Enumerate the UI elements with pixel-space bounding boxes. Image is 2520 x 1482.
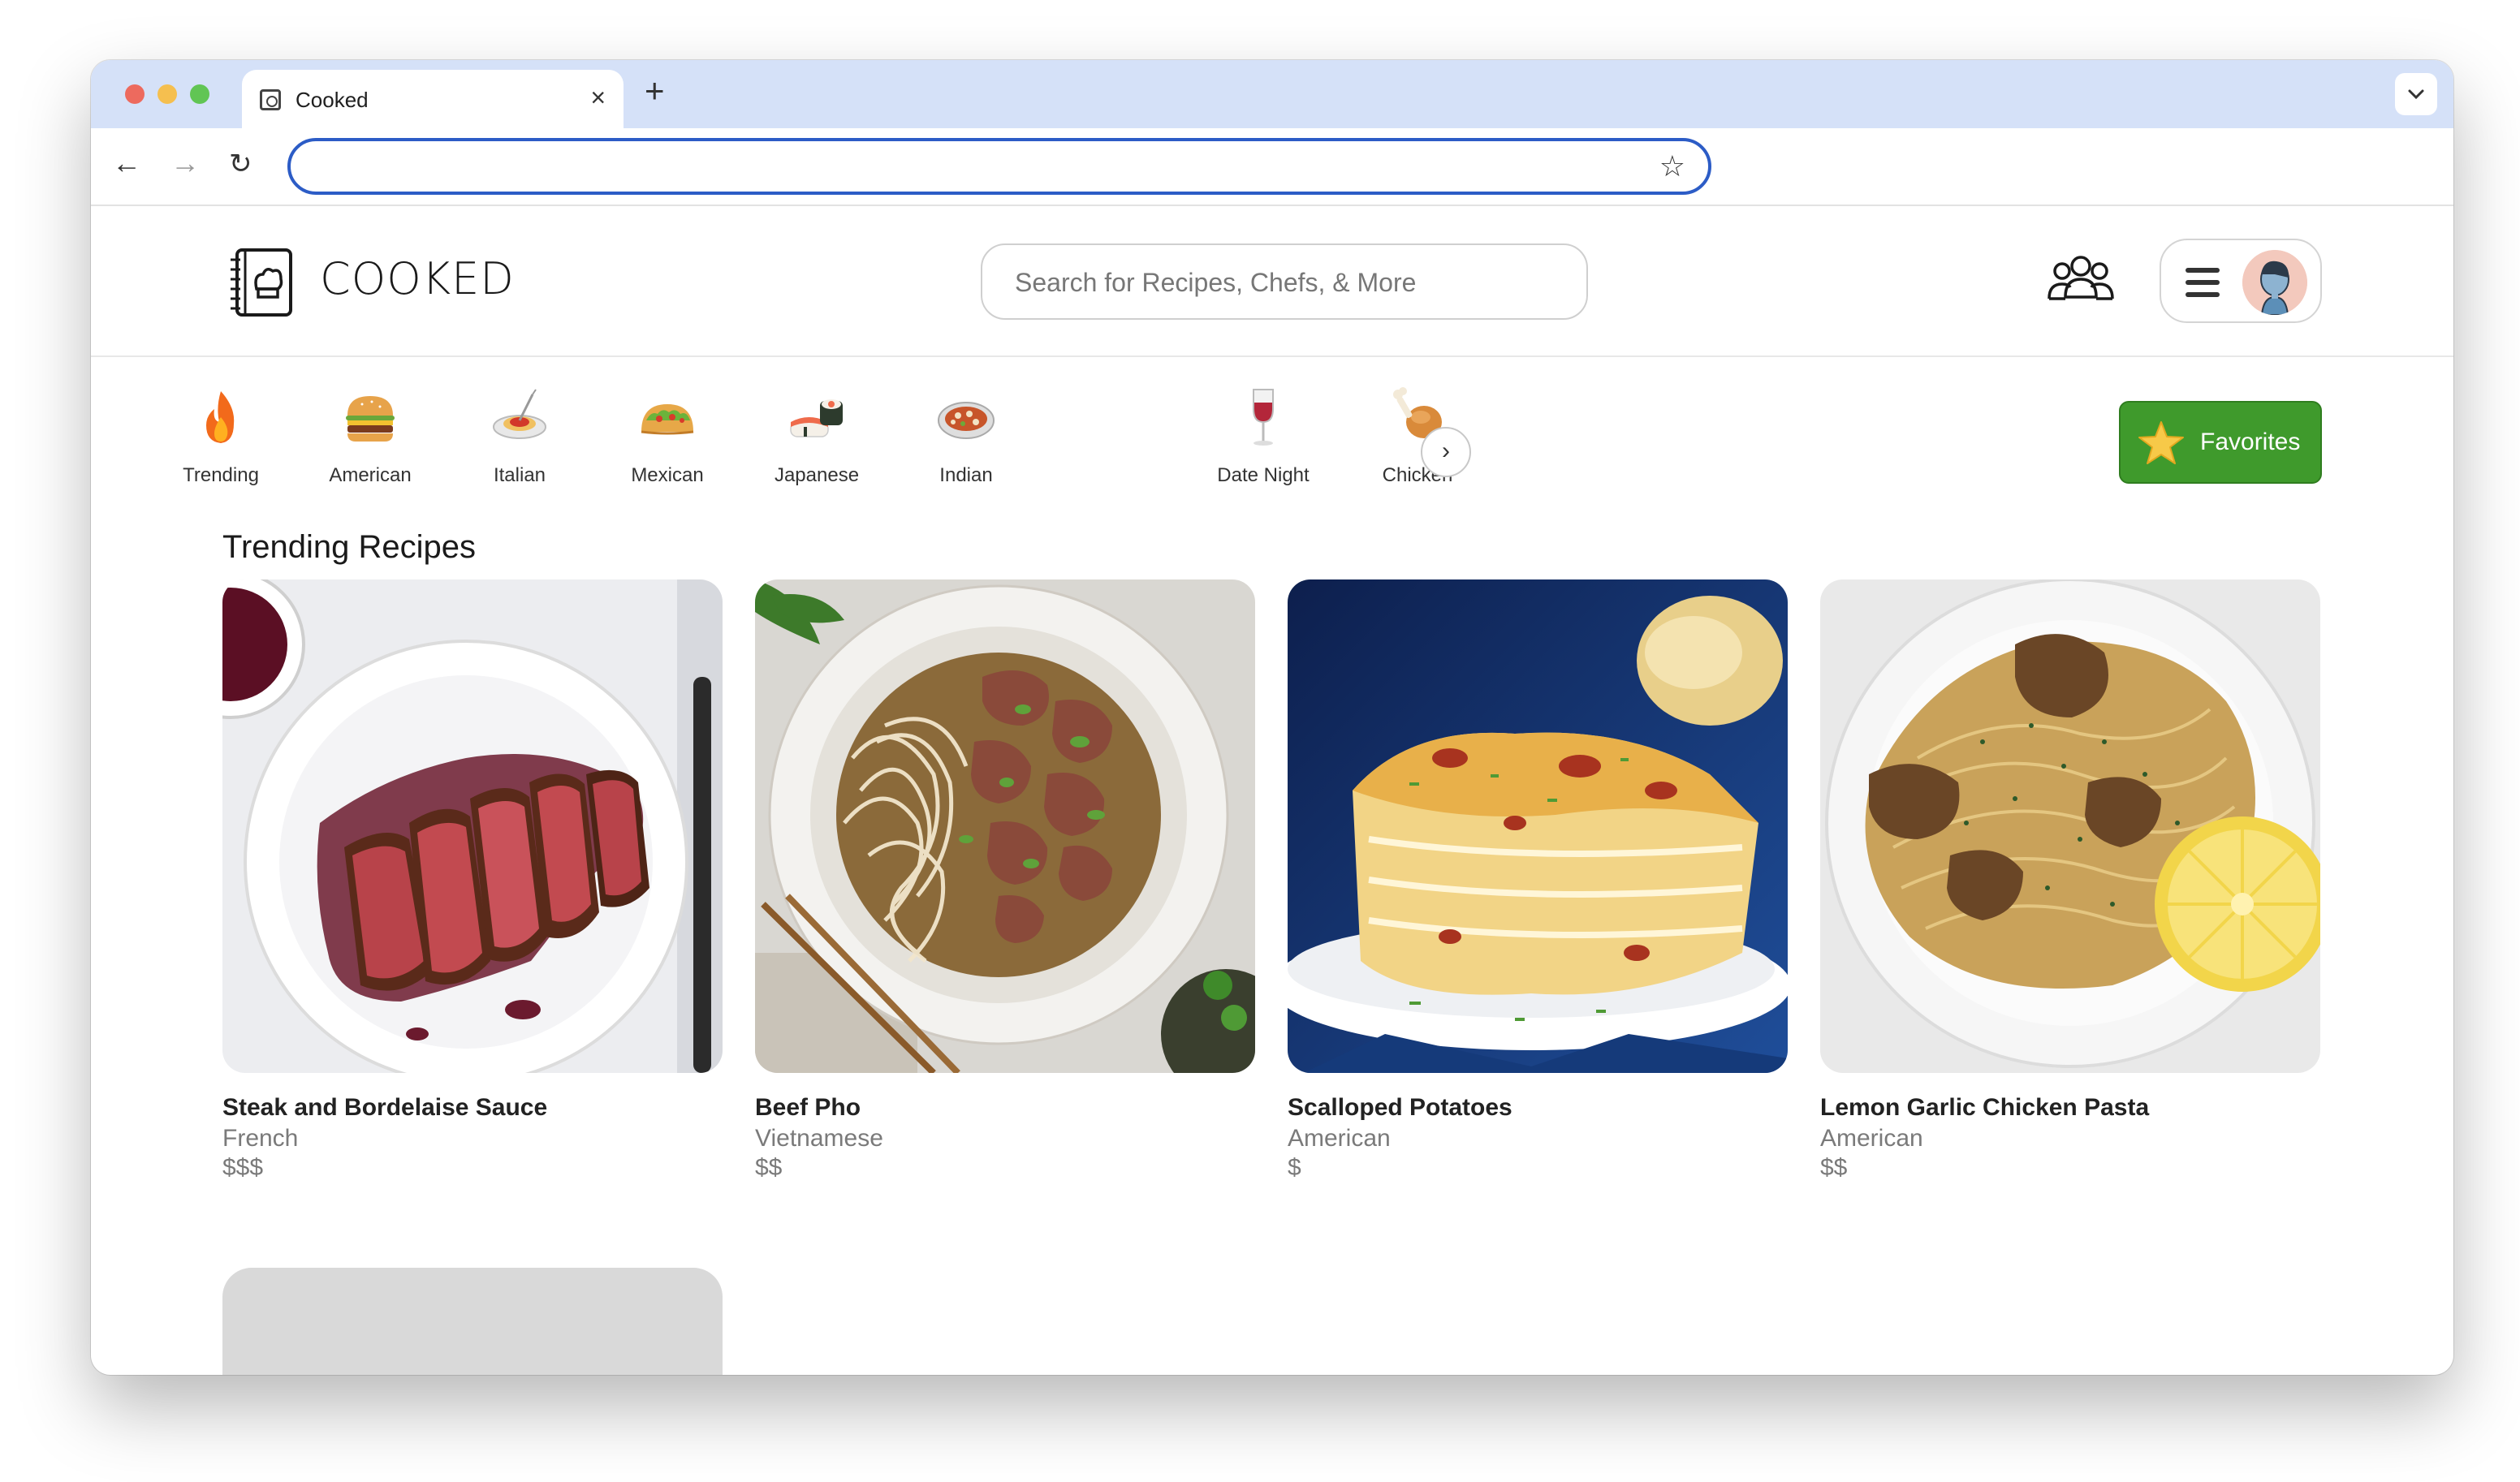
recipe-cuisine: American bbox=[1288, 1125, 1391, 1152]
tab-close-icon[interactable]: × bbox=[590, 83, 606, 113]
recipe-price: $$ bbox=[755, 1154, 783, 1181]
spaghetti-icon bbox=[493, 389, 546, 439]
address-bar[interactable]: ☆ bbox=[287, 138, 1711, 195]
category-label: Italian bbox=[493, 464, 546, 486]
loading-recipe-card bbox=[222, 1268, 723, 1375]
recipe-name[interactable]: Beef Pho bbox=[755, 1094, 1255, 1122]
cookbook-logo-icon[interactable] bbox=[226, 245, 296, 320]
chevron-down-icon bbox=[2408, 89, 2424, 100]
maximize-window-button[interactable] bbox=[190, 84, 209, 104]
close-window-button[interactable] bbox=[125, 84, 145, 104]
category-label: Japanese bbox=[774, 464, 860, 486]
recipe-card[interactable]: Lemon Garlic Chicken Pasta American $$ bbox=[1820, 579, 2320, 1182]
hamburger-menu-icon bbox=[2186, 268, 2220, 297]
search-input[interactable] bbox=[1015, 265, 1567, 300]
wine-glass-icon bbox=[1253, 389, 1274, 446]
user-avatar bbox=[2242, 250, 2307, 315]
category-label: Indian bbox=[939, 464, 993, 486]
forward-button[interactable]: → bbox=[170, 146, 200, 180]
category-american[interactable]: American bbox=[305, 385, 435, 498]
star-icon bbox=[2138, 421, 2184, 464]
recipe-card[interactable]: Scalloped Potatoes American $ bbox=[1288, 579, 1788, 1182]
recipe-cuisine: Vietnamese bbox=[755, 1125, 883, 1152]
category-indian[interactable]: Indian bbox=[901, 385, 1031, 498]
community-icon[interactable] bbox=[2046, 252, 2116, 308]
category-label: American bbox=[329, 464, 412, 486]
sushi-icon bbox=[790, 399, 843, 437]
recipe-price: $ bbox=[1288, 1154, 1301, 1181]
new-tab-button[interactable]: + bbox=[645, 71, 665, 110]
category-japanese[interactable]: Japanese bbox=[752, 385, 882, 498]
recipe-name[interactable]: Lemon Garlic Chicken Pasta bbox=[1820, 1094, 2320, 1122]
tab-search-menu-button[interactable] bbox=[2395, 73, 2437, 115]
category-date-night[interactable]: Date Night bbox=[1198, 385, 1328, 498]
category-bar: Trending American Italian Mexican Japane… bbox=[91, 385, 2453, 498]
browser-tab-active[interactable]: Cooked × bbox=[242, 70, 624, 128]
favorites-button[interactable]: Favorites bbox=[2119, 401, 2322, 484]
recipe-card[interactable]: Steak and Bordelaise Sauce French $$$ bbox=[222, 579, 723, 1182]
tab-title: Cooked bbox=[296, 88, 369, 112]
category-trending[interactable]: Trending bbox=[156, 385, 286, 498]
recipe-image[interactable] bbox=[1288, 579, 1788, 1073]
bookmark-star-icon[interactable]: ☆ bbox=[1659, 149, 1685, 183]
curry-icon bbox=[938, 402, 995, 439]
section-title: Trending Recipes bbox=[222, 529, 477, 565]
recipe-name[interactable]: Scalloped Potatoes bbox=[1288, 1094, 1788, 1122]
favorites-label: Favorites bbox=[2200, 429, 2301, 455]
site-header: COOKED bbox=[91, 206, 2453, 357]
recipe-price: $$ bbox=[1820, 1154, 1848, 1181]
site-search-box[interactable] bbox=[981, 243, 1588, 320]
recipe-price: $$$ bbox=[222, 1154, 264, 1181]
category-label: Trending bbox=[183, 464, 259, 486]
recipe-cuisine: French bbox=[222, 1125, 299, 1152]
recipe-card[interactable]: Beef Pho Vietnamese $$ bbox=[755, 579, 1255, 1182]
fire-icon bbox=[206, 391, 235, 443]
category-next-button[interactable]: › bbox=[1421, 427, 1471, 477]
browser-window: Cooked × + ← → ↻ ☆ COOKED Search for Rec… bbox=[91, 60, 2453, 1375]
recipe-image[interactable] bbox=[222, 579, 723, 1073]
url-input[interactable] bbox=[307, 149, 1606, 185]
recipe-name[interactable]: Steak and Bordelaise Sauce bbox=[222, 1094, 723, 1122]
back-button[interactable]: ← bbox=[112, 146, 141, 180]
category-label: Mexican bbox=[631, 464, 704, 486]
browser-toolbar: ← → ↻ ☆ bbox=[91, 128, 2453, 206]
tab-favicon-icon bbox=[260, 89, 281, 110]
recipe-cuisine: American bbox=[1820, 1125, 1923, 1152]
minimize-window-button[interactable] bbox=[158, 84, 177, 104]
reload-button[interactable]: ↻ bbox=[229, 148, 252, 180]
category-mexican[interactable]: Mexican bbox=[602, 385, 732, 498]
category-italian[interactable]: Italian bbox=[455, 385, 585, 498]
site-logo-text[interactable]: COOKED bbox=[320, 253, 515, 304]
category-label: Date Night bbox=[1217, 464, 1310, 486]
recipe-image[interactable] bbox=[1820, 579, 2320, 1073]
taco-icon bbox=[641, 404, 694, 435]
burger-icon bbox=[346, 396, 395, 442]
tab-bar: Cooked × + bbox=[91, 60, 2453, 128]
account-menu-button[interactable] bbox=[2160, 239, 2322, 323]
recipe-image[interactable] bbox=[755, 579, 1255, 1073]
